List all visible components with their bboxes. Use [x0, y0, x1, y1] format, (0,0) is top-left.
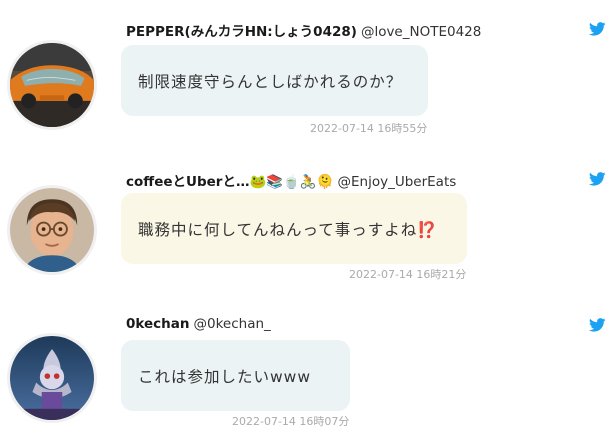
- tweet-text-bubble: 職務中に何してんねんって事っすよね⁉️: [121, 193, 467, 264]
- tweet-header: PEPPER(みんカラHN:しょう0428) @love_NOTE0428: [126, 20, 481, 40]
- tweet-text-bubble: これは参加したいwww: [121, 340, 350, 411]
- avatar-person-image: [10, 188, 94, 272]
- tweet-text-bubble: 制限速度守らんとしばかれるのか？: [121, 45, 428, 116]
- tweet-timestamp[interactable]: 2022-07-14 16時21分: [349, 266, 466, 282]
- avatar[interactable]: [7, 185, 97, 275]
- username[interactable]: coffeeとUberと…🐸📚🍵🚴🫠: [126, 174, 334, 190]
- avatar[interactable]: [7, 333, 97, 423]
- avatar-car-image: [10, 43, 94, 127]
- tweet-text: 職務中に何してんねんって事っすよね⁉️: [138, 220, 438, 239]
- tweet-item: PEPPER(みんカラHN:しょう0428) @love_NOTE0428 制限速…: [0, 0, 615, 140]
- user-handle[interactable]: @0kechan_: [194, 316, 271, 332]
- tweet-timestamp[interactable]: 2022-07-14 16時07分: [232, 413, 349, 429]
- user-handle[interactable]: @Enjoy_UberEats: [338, 174, 457, 190]
- twitter-bird-icon[interactable]: [589, 172, 606, 186]
- tweet-timestamp[interactable]: 2022-07-14 16時55分: [310, 120, 427, 136]
- avatar[interactable]: [7, 40, 97, 130]
- tweet-header: coffeeとUberと…🐸📚🍵🚴🫠 @Enjoy_UberEats: [126, 170, 456, 190]
- tweet-item: coffeeとUberと…🐸📚🍵🚴🫠 @Enjoy_UberEats 職務中に何し…: [0, 140, 615, 285]
- tweet-text: 制限速度守らんとしばかれるのか？: [138, 72, 403, 91]
- tweet-header: 0kechan @0kechan_: [126, 316, 271, 332]
- tweet-feed: PEPPER(みんカラHN:しょう0428) @love_NOTE0428 制限速…: [0, 0, 615, 429]
- username[interactable]: PEPPER(みんカラHN:しょう0428): [126, 24, 357, 40]
- twitter-bird-icon[interactable]: [589, 22, 606, 36]
- avatar-character-image: [10, 336, 94, 420]
- username[interactable]: 0kechan: [126, 316, 190, 332]
- twitter-bird-icon[interactable]: [589, 318, 606, 332]
- tweet-text: これは参加したいwww: [138, 367, 312, 386]
- user-handle[interactable]: @love_NOTE0428: [361, 24, 481, 40]
- tweet-item: 0kechan @0kechan_ これは参加したいwww 2022-07-14 …: [0, 285, 615, 429]
